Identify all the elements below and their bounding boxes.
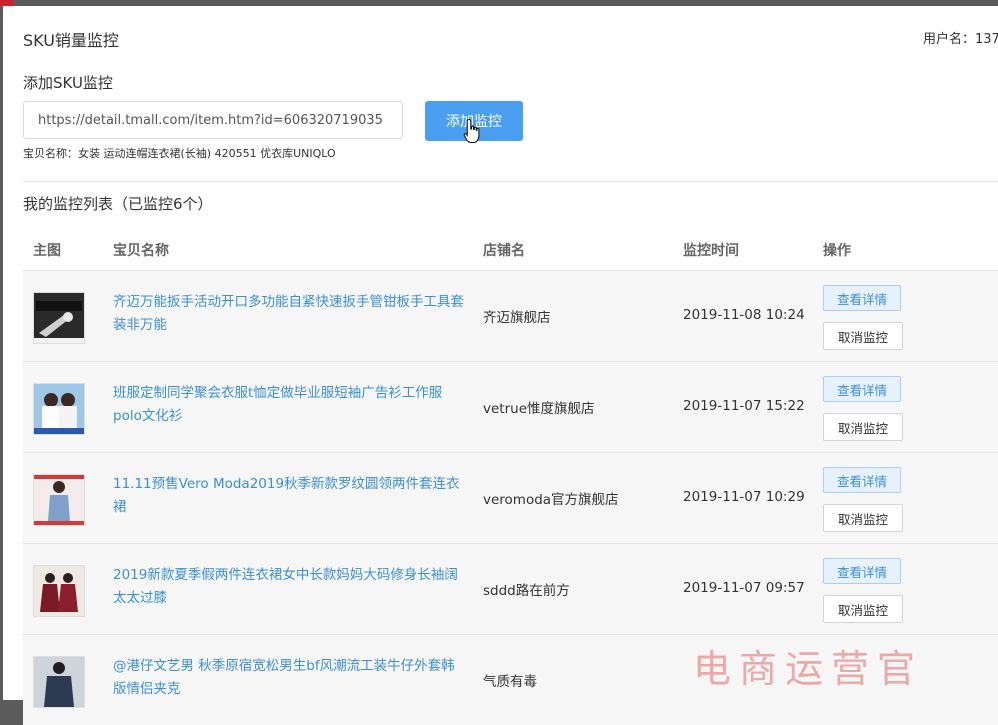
watermark: 电商运营官: [693, 647, 924, 691]
table-row: 11.11预售Vero Moda2019秋季新款罗纹圆领两件套连衣裙 verom…: [23, 452, 998, 543]
cancel-monitor-button[interactable]: 取消监控: [823, 504, 903, 532]
col-image: 主图: [33, 243, 61, 259]
table-row: 齐迈万能扳手活动开口多功能自紧快速扳手管钳板手工具套装非万能 齐迈旗舰店 201…: [23, 270, 998, 361]
cancel-monitor-button[interactable]: 取消监控: [823, 595, 903, 623]
monitor-time: 2019-11-08 10:24: [683, 307, 805, 323]
product-thumbnail[interactable]: [33, 565, 85, 617]
sku-monitor-panel: SKU销量监控 用户名：137 添加SKU监控 添加监控 宝贝名称：女装 运动连…: [3, 6, 998, 725]
view-details-button[interactable]: 查看详情: [823, 285, 901, 311]
view-details-button[interactable]: 查看详情: [823, 376, 901, 402]
shop-name: 气质有毒: [483, 674, 537, 690]
col-monitor-time: 监控时间: [683, 243, 739, 259]
monitor-time: 2019-11-07 10:29: [683, 489, 805, 505]
table-header: 主图 宝贝名称 店铺名 监控时间 操作: [23, 228, 998, 270]
product-name-link[interactable]: 班服定制同学聚会衣服t恤定做毕业服短袖广告衫工作服polo文化衫: [113, 382, 465, 428]
col-item-name: 宝贝名称: [113, 243, 169, 259]
product-name-link[interactable]: @港仔文艺男 秋季原宿宽松男生bf风潮流工装牛仔外套韩版情侣夹克: [113, 655, 465, 701]
section-divider: [23, 181, 998, 182]
monitor-time: 2019-11-07 09:57: [683, 580, 805, 596]
product-thumbnail[interactable]: [33, 474, 85, 526]
item-url-input[interactable]: [23, 101, 403, 139]
shop-name: vetrue惟度旗舰店: [483, 401, 595, 417]
product-thumbnail[interactable]: [33, 292, 85, 344]
cancel-monitor-button[interactable]: 取消监控: [823, 413, 903, 441]
view-details-button[interactable]: 查看详情: [823, 467, 901, 493]
view-details-button[interactable]: 查看详情: [823, 558, 901, 584]
hand-cursor-icon: [463, 118, 480, 144]
col-shop: 店铺名: [483, 243, 525, 259]
add-section-title: 添加SKU监控: [23, 74, 113, 92]
product-name-link[interactable]: 11.11预售Vero Moda2019秋季新款罗纹圆领两件套连衣裙: [113, 473, 465, 519]
page-title: SKU销量监控: [23, 31, 119, 50]
cancel-monitor-button[interactable]: 取消监控: [823, 322, 903, 350]
product-name-link[interactable]: 2019新款夏季假两件连衣裙女中长款妈妈大码修身长袖阔太太过膝: [113, 564, 465, 610]
product-thumbnail[interactable]: [33, 656, 85, 708]
table-row: 2019新款夏季假两件连衣裙女中长款妈妈大码修身长袖阔太太过膝 sddd路在前方…: [23, 543, 998, 634]
monitor-list-title: 我的监控列表（已监控6个）: [23, 195, 213, 213]
product-name-link[interactable]: 齐迈万能扳手活动开口多功能自紧快速扳手管钳板手工具套装非万能: [113, 291, 465, 337]
username-label: 用户名：137: [923, 32, 998, 47]
item-name-label: 宝贝名称：女装 运动连帽连衣裙(长袖) 420551 优衣库UNIQLO: [23, 147, 336, 160]
shop-name: veromoda官方旗舰店: [483, 492, 619, 508]
product-thumbnail[interactable]: [33, 383, 85, 435]
table-row: 班服定制同学聚会衣服t恤定做毕业服短袖广告衫工作服polo文化衫 vetrue惟…: [23, 361, 998, 452]
shop-name: 齐迈旗舰店: [483, 310, 551, 326]
monitor-time: 2019-11-07 15:22: [683, 398, 805, 414]
shop-name: sddd路在前方: [483, 583, 570, 599]
col-actions: 操作: [823, 243, 851, 259]
